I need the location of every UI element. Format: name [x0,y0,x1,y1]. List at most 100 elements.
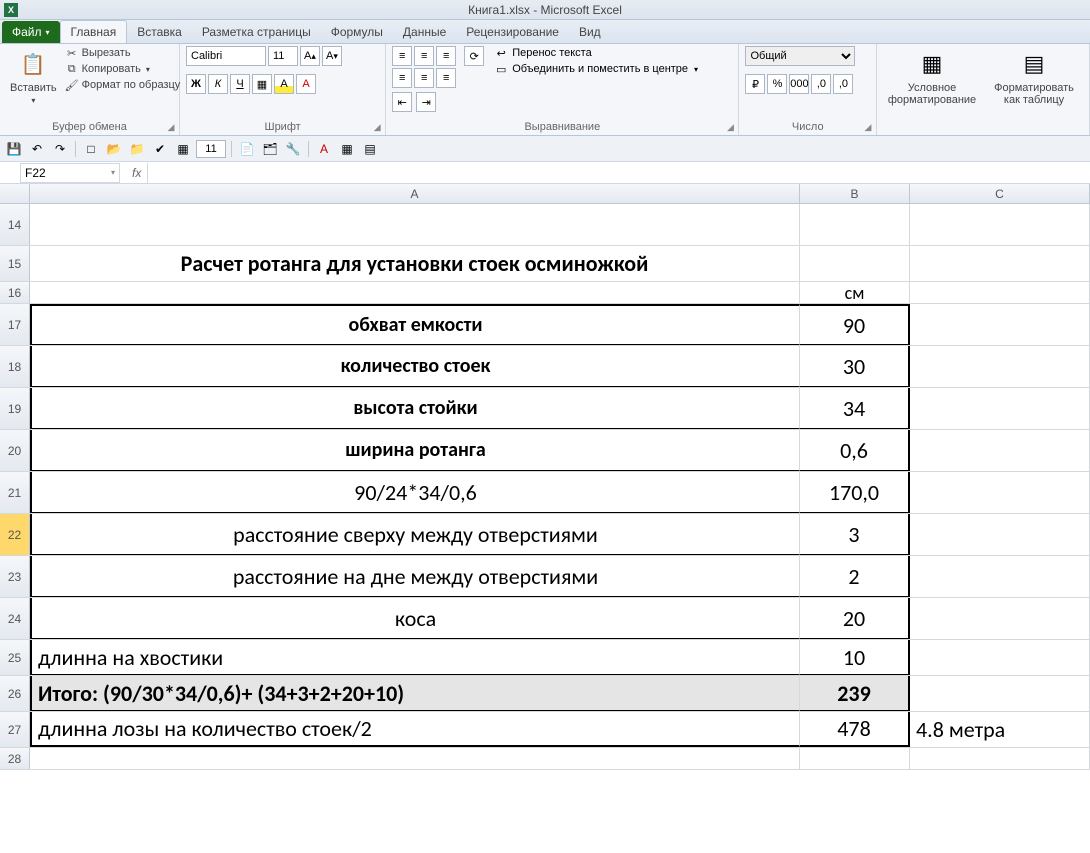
qat-btn-5[interactable]: ▦ [337,139,357,159]
cell-c17[interactable] [910,304,1090,345]
increase-decimal-button[interactable]: ,0 [811,74,831,94]
qat-btn-1[interactable]: 📄 [237,139,257,159]
comma-button[interactable]: 000 [789,74,809,94]
cell-b27[interactable]: 478 [800,712,910,747]
grid-button[interactable]: ▦ [173,139,193,159]
cell-b16[interactable]: см [800,282,910,303]
row-header-27[interactable]: 27 [0,712,30,747]
row-header-22[interactable]: 22 [0,514,30,555]
cell-c27[interactable]: 4.8 метра [910,712,1090,747]
cell-c15[interactable] [910,246,1090,281]
cell-a22[interactable]: расстояние сверху между отверстиями [30,514,800,555]
row-header-14[interactable]: 14 [0,204,30,245]
cell-b14[interactable] [800,204,910,245]
row-header-16[interactable]: 16 [0,282,30,303]
tab-file[interactable]: Файл [2,21,60,43]
worksheet[interactable]: A B C 14 15 Расчет ротанга для установки… [0,184,1090,770]
align-left-button[interactable]: ≡ [392,68,412,88]
conditional-formatting-button[interactable]: ▦ Условное форматирование [883,46,981,108]
cell-c21[interactable] [910,472,1090,513]
cell-a28[interactable] [30,748,800,769]
format-painter-button[interactable]: 🖌Формат по образцу [65,78,181,92]
font-size-select[interactable] [268,46,298,66]
save-button[interactable]: 💾 [4,139,24,159]
decrease-decimal-button[interactable]: ,0 [833,74,853,94]
cell-b25[interactable]: 10 [800,640,910,675]
cell-a21[interactable]: 90/24*34/0,6 [30,472,800,513]
cell-b17[interactable]: 90 [800,304,910,345]
cell-a20[interactable]: ширина ротанга [30,430,800,471]
row-header-25[interactable]: 25 [0,640,30,675]
cell-a16[interactable] [30,282,800,303]
column-header-a[interactable]: A [30,184,800,203]
cell-c20[interactable] [910,430,1090,471]
bold-button[interactable]: Ж [186,74,206,94]
cell-b26[interactable]: 239 [800,676,910,711]
number-dialog-launcher[interactable]: ◢ [862,121,874,133]
tab-page-layout[interactable]: Разметка страницы [192,21,321,43]
row-header-26[interactable]: 26 [0,676,30,711]
font-name-select[interactable] [186,46,266,66]
cell-c18[interactable] [910,346,1090,387]
cell-c28[interactable] [910,748,1090,769]
qat-btn-6[interactable]: ▤ [360,139,380,159]
italic-button[interactable]: К [208,74,228,94]
row-header-24[interactable]: 24 [0,598,30,639]
fx-icon[interactable]: fx [132,166,141,180]
number-format-select[interactable]: Общий [745,46,855,66]
column-header-c[interactable]: C [910,184,1090,203]
qat-btn-3[interactable]: 🔧 [283,139,303,159]
formula-input[interactable] [147,163,1090,183]
increase-indent-button[interactable]: ⇥ [416,92,436,112]
align-center-button[interactable]: ≡ [414,68,434,88]
cell-b22[interactable]: 3 [800,514,910,555]
select-all-corner[interactable] [0,184,30,203]
font-dialog-launcher[interactable]: ◢ [371,121,383,133]
row-header-21[interactable]: 21 [0,472,30,513]
spellcheck-button[interactable]: ✔ [150,139,170,159]
row-header-17[interactable]: 17 [0,304,30,345]
cell-a17[interactable]: обхват емкости [30,304,800,345]
wrap-text-button[interactable]: ↩Перенос текста [494,46,698,60]
merge-center-button[interactable]: ▭Объединить и поместить в центре▾ [494,62,698,76]
cut-button[interactable]: ✂Вырезать [65,46,181,60]
row-header-23[interactable]: 23 [0,556,30,597]
tab-data[interactable]: Данные [393,21,456,43]
cell-b23[interactable]: 2 [800,556,910,597]
currency-button[interactable]: ₽ [745,74,765,94]
undo-button[interactable]: ↶ [27,139,47,159]
fill-color-button[interactable]: A [274,74,294,94]
qat-font-size-input[interactable] [196,140,226,158]
paste-button[interactable]: 📋 Вставить ▾ [6,46,61,107]
clipboard-dialog-launcher[interactable]: ◢ [165,121,177,133]
redo-button[interactable]: ↷ [50,139,70,159]
align-right-button[interactable]: ≡ [436,68,456,88]
copy-button[interactable]: ⧉Копировать▾ [65,62,181,76]
align-bottom-button[interactable]: ≡ [436,46,456,66]
folder-button[interactable]: 📁 [127,139,147,159]
cell-a26[interactable]: Итого: (90/30*34/0,6)+ (34+3+2+20+10) [30,676,800,711]
cell-c22[interactable] [910,514,1090,555]
cell-a24[interactable]: коса [30,598,800,639]
format-as-table-button[interactable]: ▤ Форматировать как таблицу [985,46,1083,108]
decrease-font-button[interactable]: A▾ [322,46,342,66]
orientation-button[interactable]: ⟳ [464,46,484,66]
tab-review[interactable]: Рецензирование [456,21,569,43]
decrease-indent-button[interactable]: ⇤ [392,92,412,112]
underline-button[interactable]: Ч [230,74,250,94]
align-top-button[interactable]: ≡ [392,46,412,66]
cell-a14[interactable] [30,204,800,245]
row-header-15[interactable]: 15 [0,246,30,281]
row-header-20[interactable]: 20 [0,430,30,471]
cell-c25[interactable] [910,640,1090,675]
cell-c14[interactable] [910,204,1090,245]
qat-btn-2[interactable]: 🗂 [260,139,280,159]
cell-a19[interactable]: высота стойки [30,388,800,429]
cell-a18[interactable]: количество стоек [30,346,800,387]
cell-a23[interactable]: расстояние на дне между отверстиями [30,556,800,597]
cell-c16[interactable] [910,282,1090,303]
row-header-18[interactable]: 18 [0,346,30,387]
cell-c24[interactable] [910,598,1090,639]
row-header-19[interactable]: 19 [0,388,30,429]
cell-c23[interactable] [910,556,1090,597]
